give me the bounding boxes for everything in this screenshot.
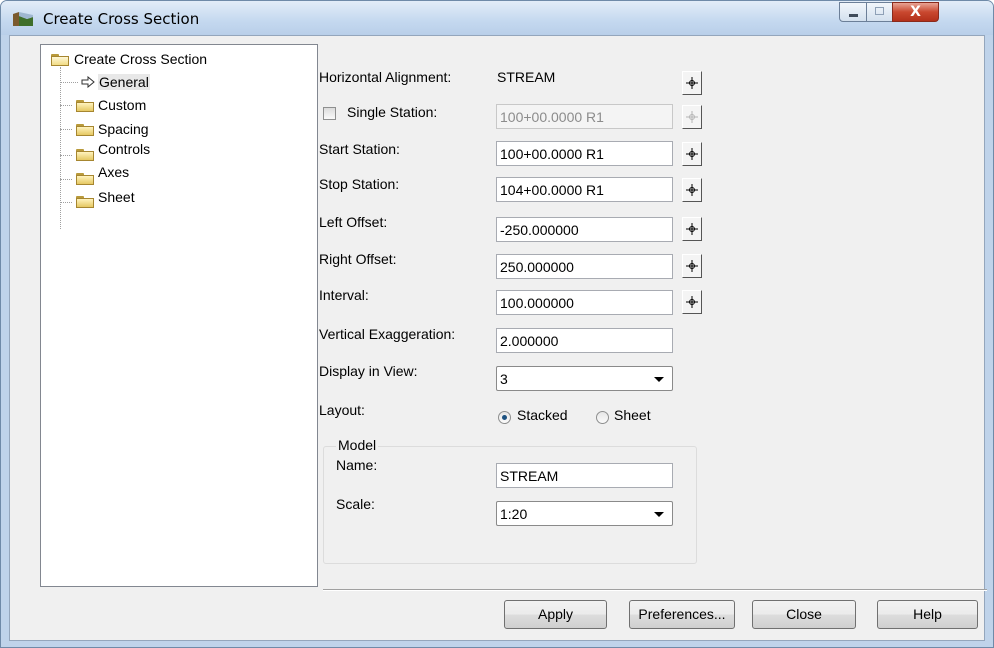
close-window-button[interactable]: X xyxy=(892,2,939,22)
pick-interval-button[interactable] xyxy=(682,290,702,314)
folder-icon xyxy=(76,123,95,136)
tree-item-label: Axes xyxy=(98,164,130,180)
tree-connector xyxy=(60,179,72,181)
tree-connector xyxy=(60,155,72,157)
maximize-button[interactable] xyxy=(866,2,893,22)
minimize-button[interactable] xyxy=(839,2,867,22)
apply-button[interactable]: Apply xyxy=(504,600,607,629)
pick-start-station-button[interactable] xyxy=(682,142,702,166)
model-scale-select[interactable]: 1:20 xyxy=(496,501,673,526)
app-icon xyxy=(13,12,33,26)
tree-item-sheet[interactable]: Sheet xyxy=(98,188,135,208)
preferences-button[interactable]: Preferences... xyxy=(629,600,735,629)
tree-connector xyxy=(60,129,72,131)
display-in-view-value: 3 xyxy=(500,371,508,387)
tree-item-label: Controls xyxy=(98,141,151,157)
crosshair-icon xyxy=(686,77,698,89)
start-station-label: Start Station: xyxy=(319,141,400,157)
folder-icon xyxy=(76,99,95,112)
display-in-view-label: Display in View: xyxy=(319,363,418,379)
single-station-field[interactable]: 100+00.0000 R1 xyxy=(496,104,673,129)
title-bar[interactable]: Create Cross Section X xyxy=(1,1,993,35)
tree-item-label: Custom xyxy=(98,97,147,113)
folder-open-icon xyxy=(51,53,70,66)
model-scale-value: 1:20 xyxy=(500,506,528,522)
chevron-down-icon xyxy=(654,512,664,517)
right-offset-label: Right Offset: xyxy=(319,251,397,267)
layout-sheet-radio[interactable] xyxy=(596,411,609,424)
close-icon: X xyxy=(910,4,921,20)
layout-label: Layout: xyxy=(319,402,365,418)
layout-sheet-label[interactable]: Sheet xyxy=(614,407,651,423)
tree-item-label: General xyxy=(98,74,150,90)
single-station-label: Single Station: xyxy=(347,104,438,120)
single-station-checkbox[interactable] xyxy=(323,107,336,120)
display-in-view-select[interactable]: 3 xyxy=(496,366,673,391)
window-title: Create Cross Section xyxy=(43,10,200,28)
close-button[interactable]: Close xyxy=(752,600,856,629)
vertical-exaggeration-field[interactable]: 2.000000 xyxy=(496,328,673,353)
pick-left-offset-button[interactable] xyxy=(682,217,702,241)
model-scale-label: Scale: xyxy=(336,496,375,512)
crosshair-icon xyxy=(686,260,698,272)
tree-item-axes[interactable]: Axes xyxy=(98,163,129,183)
folder-icon xyxy=(76,148,95,161)
model-name-label: Name: xyxy=(336,457,378,473)
stop-station-field[interactable]: 104+00.0000 R1 xyxy=(496,177,673,202)
dialog-body: Create Cross Section General Custom Spac… xyxy=(9,35,987,641)
left-offset-field[interactable]: -250.000000 xyxy=(496,217,673,242)
crosshair-icon xyxy=(686,148,698,160)
tree-item-spacing[interactable]: Spacing xyxy=(98,120,149,140)
navigation-tree[interactable]: Create Cross Section General Custom Spac… xyxy=(40,44,318,587)
layout-stacked-radio[interactable] xyxy=(498,411,511,424)
pick-right-offset-button[interactable] xyxy=(682,254,702,278)
interval-label: Interval: xyxy=(319,287,369,303)
pick-alignment-button[interactable] xyxy=(682,71,702,95)
horizontal-alignment-label: Horizontal Alignment: xyxy=(319,69,452,85)
interval-field[interactable]: 100.000000 xyxy=(496,290,673,315)
model-group-title: Model xyxy=(336,437,379,453)
tree-root-label: Create Cross Section xyxy=(74,51,208,67)
model-name-field[interactable]: STREAM xyxy=(496,463,673,488)
tree-connector xyxy=(60,67,62,229)
chevron-down-icon xyxy=(654,377,664,382)
horizontal-alignment-value: STREAM xyxy=(497,69,556,85)
start-station-field[interactable]: 100+00.0000 R1 xyxy=(496,141,673,166)
left-offset-label: Left Offset: xyxy=(319,214,388,230)
maximize-icon xyxy=(875,7,884,15)
tree-item-general[interactable]: General xyxy=(98,73,150,93)
dialog-window: Create Cross Section X Create Cross Sect… xyxy=(0,0,994,648)
help-button[interactable]: Help xyxy=(877,600,978,629)
folder-icon xyxy=(76,172,95,185)
crosshair-icon xyxy=(686,111,698,123)
tree-item-label: Sheet xyxy=(98,189,135,205)
tree-item-label: Spacing xyxy=(98,121,149,137)
button-separator xyxy=(323,589,987,591)
crosshair-icon xyxy=(686,296,698,308)
pick-stop-station-button[interactable] xyxy=(682,178,702,202)
tree-connector xyxy=(60,202,72,204)
vertical-exaggeration-label: Vertical Exaggeration: xyxy=(319,326,456,342)
crosshair-icon xyxy=(686,184,698,196)
tree-item-custom[interactable]: Custom xyxy=(98,96,146,116)
tree-connector xyxy=(60,82,78,84)
pick-single-station-button[interactable] xyxy=(682,105,702,129)
right-offset-field[interactable]: 250.000000 xyxy=(496,254,673,279)
crosshair-icon xyxy=(686,223,698,235)
tree-item-controls[interactable]: Controls xyxy=(98,140,150,160)
minimize-icon xyxy=(849,14,858,17)
tree-connector xyxy=(60,105,72,107)
folder-icon xyxy=(76,195,95,208)
layout-stacked-label[interactable]: Stacked xyxy=(517,407,568,423)
stop-station-label: Stop Station: xyxy=(319,176,400,192)
arrow-right-icon xyxy=(81,76,95,88)
tree-root[interactable]: Create Cross Section xyxy=(74,50,207,70)
